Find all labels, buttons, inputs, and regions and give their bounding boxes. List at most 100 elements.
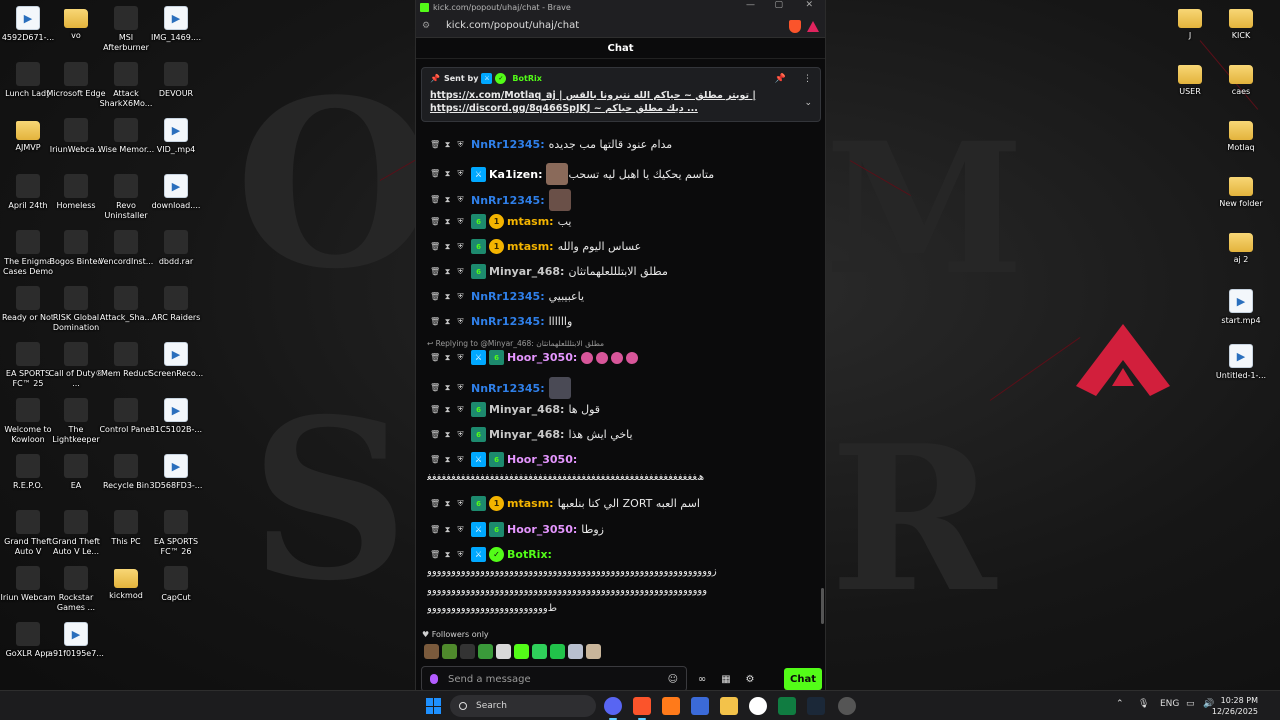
system-clock[interactable]: 10:28 PM 12/26/2025 (1212, 695, 1258, 717)
chat-username[interactable]: mtasm: (507, 497, 554, 510)
brave-rewards-icon[interactable] (807, 21, 819, 32)
excel-icon[interactable] (778, 697, 796, 715)
discord-icon[interactable] (604, 697, 622, 715)
url-text[interactable]: kick.com/popout/uhaj/chat (446, 20, 579, 31)
desktop-icon[interactable]: Revo Uninstaller (98, 170, 154, 226)
ban-icon[interactable]: ⛨ (456, 195, 465, 205)
timeout-icon[interactable]: ⧗ (443, 292, 452, 302)
chat-username[interactable]: NnRr12345: (471, 315, 545, 328)
delete-icon[interactable]: 🗑 (430, 169, 440, 179)
timeout-icon[interactable]: ⧗ (443, 217, 452, 227)
delete-icon[interactable]: 🗑 (430, 383, 440, 393)
app-orange-icon[interactable] (662, 697, 680, 715)
close-button[interactable]: ✕ (805, 0, 813, 10)
desktop-icon[interactable]: Recycle Bin (98, 450, 154, 506)
ban-icon[interactable]: ⛨ (456, 242, 465, 252)
desktop-icon[interactable]: ▶ ScreenReco... (148, 338, 204, 394)
desktop-icon[interactable]: aj 2 (1213, 226, 1269, 282)
chat-username[interactable]: NnRr12345: (471, 138, 545, 151)
desktop-icon[interactable]: ▶ download.... (148, 170, 204, 226)
chat-username[interactable]: Ka1izen: (489, 168, 542, 181)
desktop-icon[interactable]: kickmod (98, 562, 154, 618)
chat-message[interactable]: 🗑 ⧗ ⛨ NnRr12345: ياعبيبيي (430, 290, 584, 303)
chat-username[interactable]: Hoor_3050: (507, 351, 577, 364)
ban-icon[interactable]: ⛨ (456, 525, 465, 535)
chat-message[interactable]: 🗑 ⧗ ⛨ NnRr12345: (430, 189, 571, 211)
desktop-icon[interactable]: Attack SharkX6Mo... (98, 58, 154, 114)
delete-icon[interactable]: 🗑 (430, 292, 440, 302)
ban-icon[interactable]: ⛨ (456, 292, 465, 302)
brave-browser-icon[interactable] (633, 697, 651, 715)
desktop-icon[interactable]: Rockstar Games ... (48, 562, 104, 618)
chat-username[interactable]: NnRr12345: (471, 290, 545, 303)
message-input[interactable]: Send a message ☺ (421, 666, 687, 692)
microphone-icon[interactable] (430, 674, 438, 684)
chat-message[interactable]: 🗑 ⧗ ⛨ ⚔ ✓ BotRix: (430, 547, 556, 562)
delete-icon[interactable]: 🗑 (430, 353, 440, 363)
timeout-icon[interactable]: ⧗ (443, 353, 452, 363)
delete-icon[interactable]: 🗑 (430, 317, 440, 327)
reply-context[interactable]: ↩ Replying to @Minyar_468: مطلق الابتللل… (427, 339, 604, 348)
chat-emote-image[interactable] (626, 351, 639, 364)
timeout-icon[interactable]: ⧗ (443, 525, 452, 535)
file-explorer-icon[interactable] (720, 697, 738, 715)
chat-message[interactable]: 🗑 ⧗ ⛨ ⚔ 6 Hoor_3050: (430, 350, 641, 365)
timeout-icon[interactable]: ⧗ (443, 267, 452, 277)
chat-username[interactable]: BotRix: (507, 548, 552, 561)
ban-icon[interactable]: ⛨ (456, 430, 465, 440)
desktop-icon[interactable]: Wise Memor... (98, 114, 154, 170)
chat-scrollbar[interactable] (821, 588, 824, 624)
ban-icon[interactable]: ⛨ (456, 317, 465, 327)
delete-icon[interactable]: 🗑 (430, 217, 440, 227)
emote-button[interactable] (532, 644, 547, 659)
pinned-sender[interactable]: BotRix (512, 74, 541, 83)
send-chat-button[interactable]: Chat (784, 668, 822, 690)
delete-icon[interactable]: 🗑 (430, 499, 440, 509)
desktop-icon[interactable]: New folder (1213, 170, 1269, 226)
chat-message[interactable]: 🗑 ⧗ ⛨ NnRr12345: واااااا (430, 315, 572, 328)
desktop-icon[interactable]: ▶ 3D568FD3-... (148, 450, 204, 506)
ban-icon[interactable]: ⛨ (456, 499, 465, 509)
emote-button[interactable] (568, 644, 583, 659)
delete-icon[interactable]: 🗑 (430, 195, 440, 205)
timeout-icon[interactable]: ⧗ (443, 455, 452, 465)
desktop-icon[interactable]: Control Panel (98, 394, 154, 450)
chat-username[interactable]: mtasm: (507, 215, 554, 228)
chat-message[interactable]: 🗑 ⧗ ⛨ 6 1 mtasm: عساس اليوم والله (430, 239, 641, 254)
chat-message[interactable]: 🗑 ⧗ ⛨ 6 Minyar_468: قول ها (430, 402, 600, 417)
desktop-icon[interactable]: ▶ start.mp4 (1213, 285, 1269, 341)
address-bar[interactable]: ⚙ kick.com/popout/uhaj/chat (416, 14, 825, 38)
site-info-icon[interactable]: ⚙ (422, 21, 432, 31)
chat-username[interactable]: Minyar_468: (489, 428, 564, 441)
chevron-down-icon[interactable]: ⌄ (804, 98, 812, 108)
timeout-icon[interactable]: ⧗ (443, 550, 452, 560)
desktop-icon[interactable]: caes (1213, 58, 1269, 114)
delete-icon[interactable]: 🗑 (430, 455, 440, 465)
pinned-link-twitter[interactable]: https://x.com/Motlaq_aj | تويتر مطلق ~ ح… (430, 89, 790, 102)
desktop-icon[interactable]: Bogos Binted (48, 226, 104, 282)
ban-icon[interactable]: ⛨ (456, 217, 465, 227)
desktop-icon[interactable]: MSI Afterburner (98, 2, 154, 58)
delete-icon[interactable]: 🗑 (430, 405, 440, 415)
desktop-icon[interactable]: DEVOUR (148, 58, 204, 114)
chat-message[interactable]: 🗑 ⧗ ⛨ 6 Minyar_468: مطلق الابتلللعلهماتثان (430, 264, 668, 279)
unpin-icon[interactable]: 📌 (775, 74, 786, 84)
desktop-icon[interactable]: EA (48, 450, 104, 506)
emote-button[interactable] (550, 644, 565, 659)
delete-icon[interactable]: 🗑 (430, 242, 440, 252)
chat-emote-image[interactable] (581, 351, 594, 364)
desktop-icon[interactable]: USER (1162, 58, 1218, 114)
language-indicator[interactable]: ENG (1160, 699, 1179, 709)
chat-emote-image[interactable] (596, 351, 609, 364)
chat-emote-image[interactable] (611, 351, 624, 364)
desktop-icon[interactable]: IriunWebca... (48, 114, 104, 170)
desktop-icon[interactable]: ARC Raiders (148, 282, 204, 338)
taskbar-search[interactable]: Search (450, 695, 596, 717)
timeout-icon[interactable]: ⧗ (443, 317, 452, 327)
desktop-icon[interactable]: CapCut (148, 562, 204, 618)
chat-emote-image[interactable] (546, 163, 569, 185)
emote-button[interactable] (460, 644, 475, 659)
chat-username[interactable]: Hoor_3050: (507, 523, 577, 536)
emote-button[interactable] (442, 644, 457, 659)
desktop-icon[interactable]: J (1162, 2, 1218, 58)
